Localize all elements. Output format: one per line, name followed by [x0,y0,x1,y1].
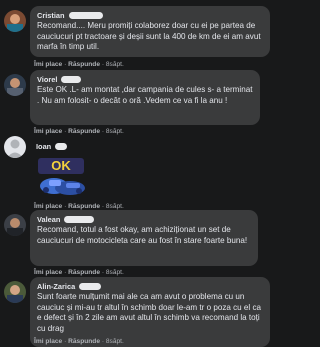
like-link[interactable]: Îmi place [34,203,62,210]
comment-text: Sunt foarte mulțumit mai ale ca am avut … [37,292,262,333]
like-link[interactable]: Îmi place [34,269,62,276]
sticker-text: OK [51,158,71,173]
reply-link[interactable]: Răspunde [68,61,100,68]
comment-actions: Îmi place · Răspunde · 8săpt. [34,338,124,345]
timestamp[interactable]: 8săpt. [106,128,124,135]
comment-text: Recomand, totul a fost okay, am achiziți… [37,225,248,245]
reply-link[interactable]: Răspunde [68,128,100,135]
comment-bubble: Alin-Zarica Sunt foarte mulțumit mai ale… [30,277,270,347]
ok-sticker: OK [32,156,90,203]
like-link[interactable]: Îmi place [34,338,62,345]
redacted-badge [64,215,95,223]
avatar[interactable] [4,136,26,158]
redacted-badge [79,282,102,290]
timestamp[interactable]: 8săpt. [106,203,124,210]
comment-text: Recomand.... Meru promiți colaborez doar… [37,21,261,52]
timestamp[interactable]: 8săpt. [106,269,124,276]
avatar[interactable] [4,74,26,96]
author-name[interactable]: Alin-Zarica [37,282,75,291]
comment-text: Este OK .L- am montat ,dar campania de c… [37,85,253,105]
reply-link[interactable]: Răspunde [68,338,100,345]
avatar[interactable] [4,10,26,32]
reply-link[interactable]: Răspunde [68,269,100,276]
comment-actions: Îmi place · Răspunde · 8săpt. [34,128,124,135]
like-link[interactable]: Îmi place [34,61,62,68]
author-name[interactable]: Valean [37,215,60,224]
avatar[interactable] [4,281,26,303]
comment-bubble: Cristian Recomand.... Meru promiți colab… [30,6,270,57]
comment-actions: Îmi place · Răspunde · 8săpt. [34,203,124,210]
author-name[interactable]: Cristian [37,11,65,20]
redacted-badge [61,75,82,83]
comment-actions: Îmi place · Răspunde · 8săpt. [34,61,124,68]
avatar[interactable] [4,214,26,236]
author-name[interactable]: Viorel [37,75,57,84]
author-name[interactable]: Ioan [36,142,51,151]
timestamp[interactable]: 8săpt. [106,338,124,345]
comment-bubble: Viorel Este OK .L- am montat ,dar campan… [30,70,260,125]
redacted-badge [55,142,68,150]
comment-bubble: Valean Recomand, totul a fost okay, am a… [30,210,258,266]
timestamp[interactable]: 8săpt. [106,61,124,68]
like-link[interactable]: Îmi place [34,128,62,135]
redacted-badge [68,11,103,19]
reply-link[interactable]: Răspunde [68,203,100,210]
comment-actions: Îmi place · Răspunde · 8săpt. [34,269,124,276]
